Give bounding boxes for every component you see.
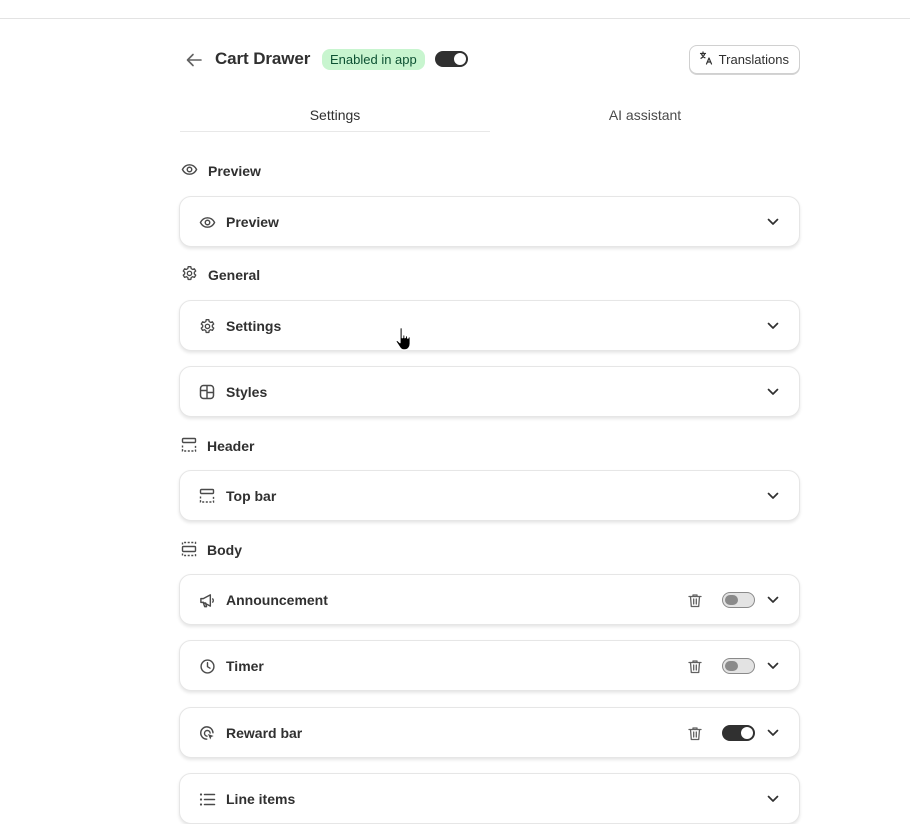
- eye-icon: [198, 213, 216, 231]
- trash-icon[interactable]: [686, 724, 704, 742]
- tab-bar: Settings AI assistant: [180, 100, 800, 132]
- section-title: Body: [207, 542, 242, 558]
- chevron-down-icon[interactable]: [765, 791, 781, 807]
- hand-cursor-icon: [394, 326, 416, 354]
- card-label: Styles: [226, 383, 268, 400]
- card-label: Preview: [226, 213, 279, 230]
- chevron-down-icon[interactable]: [765, 384, 781, 400]
- card-label: Line items: [226, 790, 296, 807]
- tab-settings[interactable]: Settings: [180, 100, 490, 132]
- card-label: Announcement: [226, 591, 328, 608]
- trash-icon[interactable]: [686, 591, 704, 609]
- gear-icon: [181, 265, 198, 285]
- target-icon: [198, 724, 216, 742]
- layout-body-icon: [181, 541, 197, 560]
- status-badge: Enabled in app: [322, 49, 425, 70]
- card-timer[interactable]: Timer: [179, 640, 800, 691]
- section-heading-body: Body: [181, 540, 242, 560]
- section-heading-header: Header: [181, 436, 254, 456]
- card-line-items[interactable]: Line items: [179, 773, 800, 824]
- card-settings[interactable]: Settings: [179, 300, 800, 351]
- clock-icon: [198, 657, 216, 675]
- section-title: Header: [207, 438, 255, 454]
- trash-icon[interactable]: [686, 657, 704, 675]
- chevron-down-icon[interactable]: [765, 214, 781, 230]
- styles-icon: [198, 383, 216, 401]
- section-heading-general: General: [181, 265, 260, 285]
- card-styles[interactable]: Styles: [179, 366, 800, 417]
- card-reward-bar[interactable]: Reward bar: [179, 707, 800, 758]
- back-arrow-icon[interactable]: [184, 50, 204, 70]
- page-title: Cart Drawer: [215, 49, 311, 68]
- reward-bar-toggle[interactable]: [722, 725, 755, 741]
- announcement-toggle[interactable]: [722, 592, 755, 608]
- top-divider: [0, 18, 910, 19]
- card-label: Settings: [226, 317, 282, 334]
- card-top-bar[interactable]: Top bar: [179, 470, 800, 521]
- translate-icon: [699, 51, 713, 68]
- megaphone-icon: [198, 591, 216, 609]
- translations-button[interactable]: Translations: [688, 45, 800, 74]
- card-label: Reward bar: [226, 724, 303, 741]
- layout-header-icon: [181, 437, 197, 456]
- card-label: Timer: [226, 657, 264, 674]
- section-title: Preview: [208, 163, 261, 179]
- card-announcement[interactable]: Announcement: [179, 574, 800, 625]
- chevron-down-icon[interactable]: [765, 658, 781, 674]
- tab-ai-assistant[interactable]: AI assistant: [490, 100, 800, 132]
- section-heading-preview: Preview: [181, 161, 261, 181]
- translations-label: Translations: [718, 52, 789, 67]
- page-header: Cart Drawer Enabled in app Translations: [180, 44, 800, 76]
- section-title: General: [208, 267, 261, 283]
- eye-icon: [181, 161, 198, 181]
- card-preview[interactable]: Preview: [179, 196, 800, 247]
- layout-header-icon: [198, 487, 216, 505]
- chevron-down-icon[interactable]: [765, 488, 781, 504]
- chevron-down-icon[interactable]: [765, 592, 781, 608]
- timer-toggle[interactable]: [722, 658, 755, 674]
- enable-toggle[interactable]: [435, 51, 468, 67]
- chevron-down-icon[interactable]: [765, 318, 781, 334]
- chevron-down-icon[interactable]: [765, 725, 781, 741]
- list-icon: [198, 790, 216, 808]
- card-label: Top bar: [226, 487, 277, 504]
- gear-icon: [198, 317, 216, 335]
